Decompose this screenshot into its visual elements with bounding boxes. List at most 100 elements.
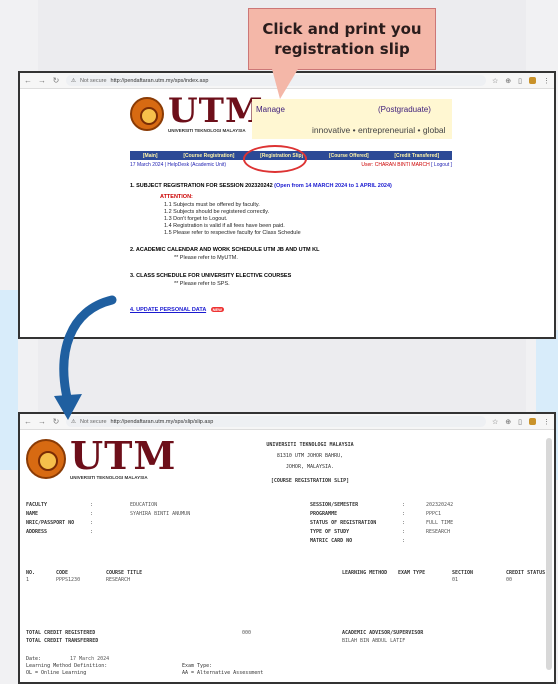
logo-text: UTM xyxy=(70,433,177,478)
scrollbar[interactable] xyxy=(546,438,552,670)
sidepanel-icon[interactable]: ▯ xyxy=(518,418,522,426)
nav-main[interactable]: [Main] xyxy=(143,153,158,159)
rule-item: 1.5 Please refer to respective faculty f… xyxy=(164,230,301,236)
url-text: http://pendaftaran.utm.my/sps/index.asp xyxy=(110,77,209,84)
date-helpdesk[interactable]: 17 March 2024 | HelpDesk (Academic Unit) xyxy=(130,162,226,168)
rule-item: 1.4 Registration is valid if all fees ha… xyxy=(164,223,285,229)
lm-definition-label: Learning Method Definition: xyxy=(26,663,108,669)
total-transferred-label: TOTAL CREDIT TRANSFERRED xyxy=(26,638,99,644)
row-no: 1 xyxy=(26,577,30,583)
section-1-title: 1. SUBJECT REGISTRATION FOR SESSION 2023… xyxy=(130,183,273,189)
banner-title: Manage xyxy=(256,105,285,114)
col-credit-status: CREDIT STATUS xyxy=(506,570,546,576)
browser-window-slip: ← → ↻ ⚠ Not secure http://pendaftaran.ut… xyxy=(18,412,556,684)
logo-text: UTM xyxy=(168,91,264,131)
field-address: ADDRESS: xyxy=(26,529,94,535)
menu-icon[interactable]: ⋮ xyxy=(543,77,550,85)
university-name: UNIVERSITI TEKNOLOGI MALAYSIA xyxy=(266,442,354,448)
header-banner: Manage (Postgraduate) innovative • entre… xyxy=(252,99,452,139)
lm-ol: OL = Online Learning xyxy=(26,670,87,676)
section-4-heading: 4. UPDATE PERSONAL DATA NEW xyxy=(130,307,460,313)
portal-content: 1. SUBJECT REGISTRATION FOR SESSION 2023… xyxy=(130,175,460,313)
total-registered-label: TOTAL CREDIT REGISTERED xyxy=(26,630,96,636)
nav-course-registration[interactable]: [Course Registration] xyxy=(183,153,234,159)
field-faculty: FACULTY: EDUCATION xyxy=(26,502,158,508)
nav-credit-transfered[interactable]: [Credit Transfered] xyxy=(394,153,439,159)
col-section: SECTION xyxy=(452,570,474,576)
banner-tagline: innovative • entrepreneurial • global xyxy=(312,125,446,135)
address-line-2: JOHOR, MALAYSIA. xyxy=(285,464,335,470)
reload-icon[interactable]: ↻ xyxy=(52,76,60,85)
row-credit: 00 xyxy=(506,577,513,583)
field-matric: MATRIC CARD NO: xyxy=(310,538,406,544)
col-no: NO. xyxy=(26,570,36,576)
update-personal-data-link[interactable]: 4. UPDATE PERSONAL DATA xyxy=(130,307,206,313)
address-bar[interactable]: ⚠ Not secure http://pendaftaran.utm.my/s… xyxy=(66,416,486,427)
row-title: RESEARCH xyxy=(106,577,131,583)
curved-arrow-icon xyxy=(54,295,117,420)
left-fields: FACULTY: EDUCATION NAME: SYAHIRA BINTI ANU… xyxy=(26,502,190,535)
rule-item: 1.2 Subjects should be registered correc… xyxy=(164,209,270,215)
back-icon[interactable]: ← xyxy=(24,417,32,426)
forward-icon[interactable]: → xyxy=(38,76,46,85)
nav-course-offered[interactable]: [Course Offered] xyxy=(329,153,369,159)
section-1-period: (Open from 14 MARCH 2024 to 1 APRIL 2024… xyxy=(274,183,392,189)
field-session: SESSION/SEMESTER:202320242 xyxy=(310,502,454,508)
extension-icon[interactable] xyxy=(529,417,536,425)
field-status: STATUS OF REGISTRATION: FULL TIME xyxy=(310,520,454,526)
decor-strip-left xyxy=(0,290,18,470)
col-exam-type: EXAM TYPE xyxy=(398,570,426,576)
advisor-label: ACADEMIC ADVISOR/SUPERVISOR xyxy=(342,630,424,636)
extensions-icon[interactable]: ⊕ xyxy=(505,77,511,85)
section-2-note: ** Please refer to MyUTM. xyxy=(174,255,238,261)
user-label: User: CHARAN BINTI MARCH xyxy=(361,162,430,168)
rule-item: 1.3 Don't forget to Logout. xyxy=(164,216,228,222)
url-text: http://pendaftaran.utm.my/sps/slip/slip.… xyxy=(110,418,214,425)
row-code: PPPS1230 xyxy=(56,577,81,583)
rules-list: 1.1 Subjects must be offered by faculty.… xyxy=(164,202,460,237)
col-code: CODE xyxy=(56,570,69,576)
callout-line-2: registration slip xyxy=(274,40,410,58)
banner-title-2: (Postgraduate) xyxy=(378,105,431,114)
slip-title: [COURSE REGISTRATION SLIP] xyxy=(270,478,350,484)
section-2-heading: 2. ACADEMIC CALENDAR AND WORK SCHEDULE U… xyxy=(130,247,320,253)
field-programme: PROGRAMME: PPPC1 xyxy=(310,511,442,517)
advisor-name: BILAH BIN ABDUL LATIF xyxy=(342,638,406,644)
star-icon[interactable]: ☆ xyxy=(492,418,498,426)
forward-icon[interactable]: → xyxy=(38,417,46,426)
back-icon[interactable]: ← xyxy=(24,76,32,85)
star-icon[interactable]: ☆ xyxy=(492,77,498,85)
col-learning-method: LEARNING METHOD xyxy=(342,570,388,576)
date-value: 17 March 2024 xyxy=(70,656,110,662)
right-fields: SESSION/SEMESTER:202320242 PROGRAMME: PPP… xyxy=(310,502,453,544)
info-bar: 17 March 2024 | HelpDesk (Academic Unit)… xyxy=(130,161,452,169)
sidepanel-icon[interactable]: ▯ xyxy=(518,77,522,85)
rule-item: 1.1 Subjects must be offered by faculty. xyxy=(164,202,260,208)
menu-icon[interactable]: ⋮ xyxy=(543,418,550,426)
slip-header: UNIVERSITI TEKNOLOGI MALAYSIA 81310 UTM … xyxy=(220,440,400,487)
row-section: 01 xyxy=(452,577,459,583)
utm-logo: UTM UNIVERSITI TEKNOLOGI MALAYSIA xyxy=(130,91,264,133)
utm-logo: UTM UNIVERSITI TEKNOLOGI MALAYSIA xyxy=(26,433,177,480)
date-label: Date: xyxy=(26,656,42,662)
extension-icon[interactable] xyxy=(529,76,536,84)
utm-seal-icon xyxy=(26,439,66,479)
col-course-title: COURSE TITLE xyxy=(106,570,143,576)
attention-label: ATTENTION: xyxy=(160,194,193,200)
logout-link[interactable]: [ Logout ] xyxy=(431,162,452,168)
warning-icon: ⚠ xyxy=(71,77,76,84)
total-registered-value: 000 xyxy=(242,630,252,636)
utm-seal-icon xyxy=(130,97,164,131)
field-name: NAME: SYAHIRA BINTI ANUMUN xyxy=(26,511,191,517)
exam-type-label: Exam Type: xyxy=(182,663,213,669)
address-line-1: 81310 UTM JOHOR BAHRU, xyxy=(276,453,344,459)
new-badge: NEW xyxy=(210,307,224,312)
extensions-icon[interactable]: ⊕ xyxy=(505,418,511,426)
field-nric: NRIC/PASSPORT NO: xyxy=(26,520,94,526)
callout-pointer xyxy=(272,69,298,99)
instruction-callout: Click and print you registration slip xyxy=(248,8,436,70)
field-study-type: TYPE OF STUDY: RESEARCH xyxy=(310,529,451,535)
not-secure-label: Not secure xyxy=(79,77,107,84)
section-3-note: ** Please refer to SPS. xyxy=(174,281,230,287)
section-1-heading: 1. SUBJECT REGISTRATION FOR SESSION 2023… xyxy=(130,183,460,189)
